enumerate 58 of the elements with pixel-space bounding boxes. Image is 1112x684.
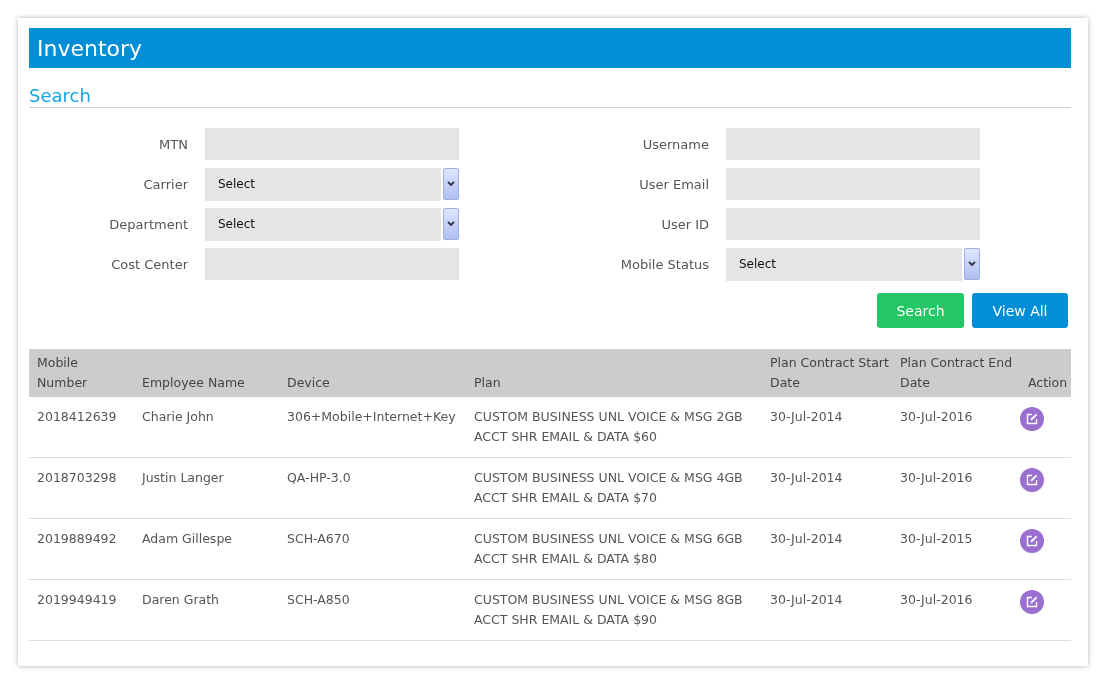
input-field[interactable] bbox=[205, 248, 459, 280]
table-cell: 2018412639 bbox=[29, 397, 134, 458]
table-cell: CUSTOM BUSINESS UNL VOICE & MSG 6GB ACCT SHR EMAIL & DATA $80 bbox=[466, 518, 762, 580]
field-label: Department bbox=[108, 216, 189, 232]
caret-icon bbox=[443, 168, 459, 200]
table-cell: 30-Jul-2015 bbox=[892, 518, 1020, 580]
input-field[interactable] bbox=[205, 128, 459, 160]
field-label: Mobile Status bbox=[619, 256, 710, 272]
input-field[interactable] bbox=[726, 168, 980, 200]
edit-icon bbox=[1026, 413, 1038, 425]
field-label: User ID bbox=[660, 216, 710, 232]
table-cell: 30-Jul-2016 bbox=[892, 579, 1020, 641]
table-cell: 30-Jul-2014 bbox=[762, 457, 892, 519]
table-cell: 30-Jul-2014 bbox=[762, 579, 892, 641]
button[interactable]: View All bbox=[972, 293, 1068, 328]
column-header: Plan Contract Start Date bbox=[762, 349, 892, 397]
table-cell: Justin Langer bbox=[134, 457, 279, 519]
table-cell: 2019949419 bbox=[29, 579, 134, 641]
input-field[interactable] bbox=[726, 128, 980, 160]
table-cell: 30-Jul-2016 bbox=[892, 457, 1020, 519]
field-label: Cost Center bbox=[110, 256, 189, 272]
table-cell: SCH-A670 bbox=[279, 518, 466, 580]
field-label: MTN bbox=[158, 136, 189, 152]
table-cell: CUSTOM BUSINESS UNL VOICE & MSG 8GB ACCT SHR EMAIL & DATA $90 bbox=[466, 579, 762, 641]
column-header: Action bbox=[1020, 349, 1071, 397]
field-label: Carrier bbox=[142, 176, 189, 192]
caret-icon bbox=[964, 248, 980, 280]
edit-button[interactable] bbox=[1020, 407, 1044, 431]
table-cell: CUSTOM BUSINESS UNL VOICE & MSG 2GB ACCT SHR EMAIL & DATA $60 bbox=[466, 397, 762, 458]
column-header: Plan Contract End Date bbox=[892, 349, 1020, 397]
edit-icon bbox=[1026, 474, 1038, 486]
caret-icon bbox=[443, 208, 459, 240]
edit-icon bbox=[1026, 596, 1038, 608]
column-header: Device bbox=[279, 349, 466, 397]
field-label: User Email bbox=[638, 176, 710, 192]
table-cell: Charie John bbox=[134, 397, 279, 458]
edit-button[interactable] bbox=[1020, 529, 1044, 553]
table-cell: CUSTOM BUSINESS UNL VOICE & MSG 4GB ACCT SHR EMAIL & DATA $70 bbox=[466, 457, 762, 519]
table-cell: 30-Jul-2014 bbox=[762, 518, 892, 580]
table-cell: Daren Grath bbox=[134, 579, 279, 641]
column-header: Employee Name bbox=[134, 349, 279, 397]
table-cell: 306+Mobile+Internet+Key bbox=[279, 397, 466, 458]
table-cell: SCH-A850 bbox=[279, 579, 466, 641]
input-field[interactable] bbox=[726, 208, 980, 240]
table-cell: 30-Jul-2014 bbox=[762, 397, 892, 458]
section-heading: Search bbox=[29, 85, 1071, 108]
table-cell: 2018703298 bbox=[29, 457, 134, 519]
field-label: Username bbox=[641, 136, 710, 152]
column-header: Plan bbox=[466, 349, 762, 397]
page-title: Inventory bbox=[37, 35, 143, 61]
table-cell: 2019889492 bbox=[29, 518, 134, 580]
edit-button[interactable] bbox=[1020, 590, 1044, 614]
table-cell: 30-Jul-2016 bbox=[892, 397, 1020, 458]
edit-icon bbox=[1026, 535, 1038, 547]
column-header: Mobile Number bbox=[29, 349, 134, 397]
edit-button[interactable] bbox=[1020, 468, 1044, 492]
table-cell: QA-HP-3.0 bbox=[279, 457, 466, 519]
table-cell: Adam Gillespe bbox=[134, 518, 279, 580]
